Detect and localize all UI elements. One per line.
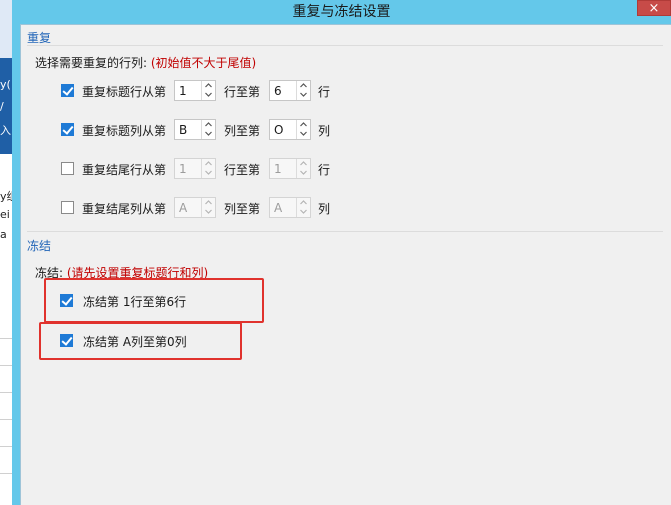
repeat-tail-cols-checkbox[interactable] — [61, 201, 74, 214]
stepper-value: A — [179, 201, 188, 215]
repeat-tail-rows-label: 重复结尾行从第 — [82, 163, 167, 177]
background-gridline — [0, 365, 12, 366]
dialog-body: 重复 选择需要重复的行列: (初始值不大于尾值) 重复标题行从第 1 行至第 6 — [20, 24, 671, 505]
freeze-section-divider — [27, 231, 663, 232]
repeat-tail-rows-unit: 行 — [318, 163, 331, 177]
stepper-value: 1 — [274, 162, 282, 176]
dialog-titlebar[interactable]: 重复与冻结设置 × — [12, 0, 671, 24]
repeat-title-cols-middle: 列至第 — [224, 124, 261, 138]
stepper-value: A — [274, 201, 283, 215]
repeat-prompt-label: 选择需要重复的行列: — [35, 56, 148, 70]
repeat-title-cols-label: 重复标题列从第 — [82, 124, 167, 138]
repeat-prompt: 选择需要重复的行列: (初始值不大于尾值) — [35, 54, 256, 71]
stepper-down-icon[interactable] — [299, 129, 308, 138]
highlight-box-freeze-cols — [39, 322, 242, 360]
background-text: y( — [0, 78, 11, 91]
repeat-freeze-dialog: 重复与冻结设置 × 重复 选择需要重复的行列: (初始值不大于尾值) 重复标题行… — [12, 0, 671, 505]
repeat-title-rows-unit: 行 — [318, 85, 331, 99]
close-icon: × — [648, 1, 660, 16]
background-app: y( / 入 y组 ei a — [0, 0, 18, 505]
repeat-tail-cols-to-stepper[interactable]: A — [269, 197, 311, 218]
repeat-tail-rows-middle: 行至第 — [224, 163, 261, 177]
stepper-value: 6 — [274, 84, 282, 98]
background-gridline — [0, 338, 12, 339]
stepper-down-icon[interactable] — [299, 207, 308, 216]
stepper-down-icon[interactable] — [204, 207, 213, 216]
stepper-down-icon[interactable] — [204, 90, 213, 99]
repeat-title-rows-checkbox[interactable] — [61, 84, 74, 97]
stepper-down-icon[interactable] — [204, 129, 213, 138]
background-text: / — [0, 100, 4, 113]
repeat-title-cols-to-stepper[interactable]: O — [269, 119, 311, 140]
repeat-section-title: 重复 — [27, 31, 52, 45]
background-text: 入 — [0, 124, 11, 137]
highlight-box-freeze-rows — [44, 278, 264, 323]
stepper-value: O — [274, 123, 284, 137]
stepper-up-icon[interactable] — [204, 120, 213, 129]
stepper-value: 1 — [179, 162, 187, 176]
repeat-title-rows-from-stepper[interactable]: 1 — [174, 80, 216, 101]
repeat-tail-cols-middle: 列至第 — [224, 202, 261, 216]
stepper-up-icon[interactable] — [299, 159, 308, 168]
stepper-up-icon[interactable] — [204, 159, 213, 168]
repeat-tail-rows-to-stepper[interactable]: 1 — [269, 158, 311, 179]
background-gridline — [0, 446, 12, 447]
background-text: a — [0, 228, 7, 241]
freeze-section-title: 冻结 — [27, 239, 52, 253]
stepper-up-icon[interactable] — [204, 81, 213, 90]
repeat-hint: (初始值不大于尾值) — [150, 56, 257, 70]
repeat-title-rows-to-stepper[interactable]: 6 — [269, 80, 311, 101]
stepper-down-icon[interactable] — [299, 90, 308, 99]
background-gridline — [0, 419, 12, 420]
repeat-title-cols-checkbox[interactable] — [61, 123, 74, 136]
stepper-up-icon[interactable] — [299, 198, 308, 207]
background-gridline — [0, 392, 12, 393]
stepper-up-icon[interactable] — [299, 81, 308, 90]
repeat-tail-cols-unit: 列 — [318, 202, 331, 216]
repeat-section-divider — [27, 45, 663, 46]
repeat-title-rows-label: 重复标题行从第 — [82, 85, 167, 99]
close-button[interactable]: × — [637, 0, 671, 16]
dialog-title: 重复与冻结设置 — [292, 4, 391, 20]
stepper-down-icon[interactable] — [299, 168, 308, 177]
stepper-value: B — [179, 123, 188, 137]
stepper-up-icon[interactable] — [204, 198, 213, 207]
background-gridline — [0, 473, 12, 474]
stepper-up-icon[interactable] — [299, 120, 308, 129]
repeat-tail-cols-from-stepper[interactable]: A — [174, 197, 216, 218]
stepper-value: 1 — [179, 84, 187, 98]
repeat-title-rows-middle: 行至第 — [224, 85, 261, 99]
repeat-title-cols-from-stepper[interactable]: B — [174, 119, 216, 140]
repeat-tail-rows-checkbox[interactable] — [61, 162, 74, 175]
background-ribbon — [0, 0, 12, 58]
repeat-tail-cols-label: 重复结尾列从第 — [82, 202, 167, 216]
background-text: ei — [0, 208, 10, 221]
repeat-title-cols-unit: 列 — [318, 124, 331, 138]
stepper-down-icon[interactable] — [204, 168, 213, 177]
repeat-tail-rows-from-stepper[interactable]: 1 — [174, 158, 216, 179]
